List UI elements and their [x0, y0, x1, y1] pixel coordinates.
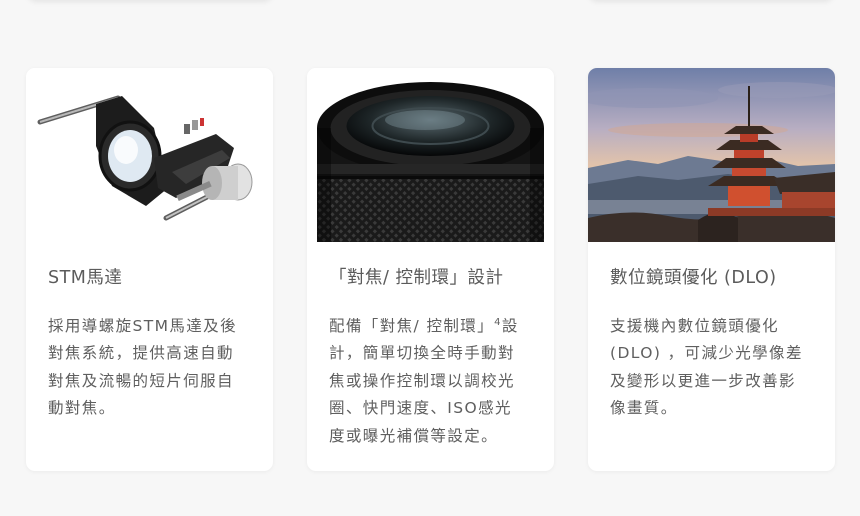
description-line: 配備「對焦/ 控制環」4設: [329, 313, 534, 340]
description-line: 度或曝光補償等設定。: [329, 426, 499, 445]
card-title: 數位鏡頭優化 (DLO): [610, 268, 777, 288]
description-line: 動對焦。: [48, 399, 116, 418]
footnote-marker: 4: [494, 317, 502, 328]
description-line: 及變形以更進一步改善影: [610, 371, 796, 390]
description-line: (DLO) ，可減少光學像差: [610, 344, 803, 363]
feature-card-stm-motor: STM馬達 採用導螺旋STM馬達及後 對焦系統，提供高速自動 對焦及流暢的短片伺…: [26, 68, 273, 471]
description-line: 採用導螺旋STM馬達及後: [48, 317, 237, 335]
card-description: 配備「對焦/ 控制環」4設 計，簡單切換全時手動對 焦或操作控制環以調校光 圈、…: [329, 313, 534, 450]
stm-motor-image: [26, 68, 273, 242]
feature-card-dlo: 數位鏡頭優化 (DLO) 支援機內數位鏡頭優化 (DLO) ，可減少光學像差 及…: [588, 68, 835, 471]
card-title: 「對焦/ 控制環」設計: [329, 268, 504, 288]
description-line: 對焦系統，提供高速自動: [48, 344, 234, 363]
feature-card-control-ring: 「對焦/ 控制環」設計 配備「對焦/ 控制環」4設 計，簡單切換全時手動對 焦或…: [307, 68, 554, 471]
lens-control-ring-image: [307, 68, 554, 242]
description-line: 計，簡單切換全時手動對: [329, 344, 515, 363]
description-line: 對焦及流暢的短片伺服自: [48, 371, 234, 390]
card-title: STM馬達: [48, 268, 123, 288]
description-text: 設: [501, 317, 519, 335]
kyoto-pagoda-image: [588, 68, 835, 242]
description-line: 焦或操作控制環以調校光: [329, 371, 515, 390]
description-line: 圈、快門速度、ISO感光: [329, 399, 512, 418]
card-description: 支援機內數位鏡頭優化 (DLO) ，可減少光學像差 及變形以更進一步改善影 像畫…: [610, 313, 815, 423]
card-description: 採用導螺旋STM馬達及後 對焦系統，提供高速自動 對焦及流暢的短片伺服自 動對焦…: [48, 313, 253, 423]
description-line: 像畫質。: [610, 399, 678, 418]
description-text: 配備「對焦/ 控制環」: [329, 317, 495, 335]
description-line: 支援機內數位鏡頭優化: [610, 317, 780, 335]
